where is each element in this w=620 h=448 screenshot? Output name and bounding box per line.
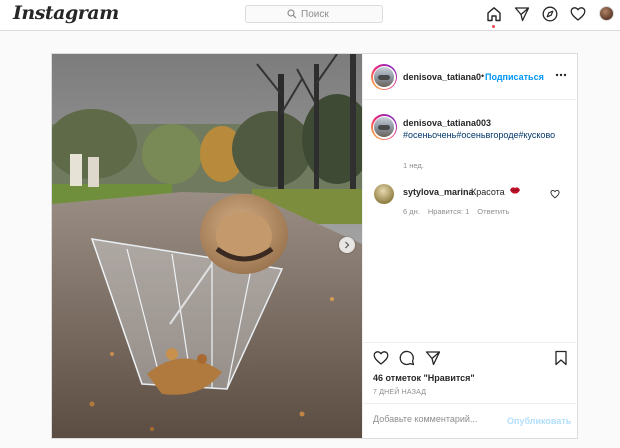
notification-dot — [492, 25, 495, 28]
caption-username[interactable]: denisova_tatiana003 — [403, 118, 491, 128]
heart-icon — [373, 351, 389, 365]
caption-author-avatar[interactable] — [371, 114, 397, 140]
post-header: denisova_tatiana00 • Подписаться — [363, 54, 579, 100]
share-button[interactable] — [425, 350, 443, 368]
caption-timestamp: 1 нед. — [403, 161, 424, 170]
post-details-panel: denisova_tatiana00 • Подписаться denisov… — [362, 54, 579, 438]
commenter-avatar[interactable] — [374, 184, 394, 204]
comment-username[interactable]: sytylova_marina — [403, 187, 474, 197]
share-plane-icon — [425, 351, 441, 366]
profile-avatar[interactable] — [599, 6, 614, 21]
nav-direct[interactable] — [513, 5, 531, 23]
author-avatar[interactable] — [371, 64, 397, 90]
nav-explore[interactable] — [541, 5, 559, 23]
reply-link[interactable]: Ответить — [477, 207, 509, 216]
explore-icon — [542, 6, 558, 22]
post-date: 7 ДНЕЙ НАЗАД — [373, 389, 427, 396]
home-icon — [487, 7, 501, 22]
follow-button[interactable]: Подписаться — [485, 72, 544, 82]
comment-likes-link[interactable]: Нравится: 1 — [428, 207, 469, 216]
author-username[interactable]: denisova_tatiana00 — [403, 72, 481, 82]
search-box[interactable] — [245, 5, 383, 23]
caption-hashtags[interactable]: #осеньочень#осеньвгороде#кусково — [403, 129, 563, 141]
comment-bubble-icon — [399, 350, 415, 366]
search-icon — [287, 9, 297, 19]
next-photo-button[interactable] — [339, 237, 355, 253]
top-navigation-bar: Instagram — [0, 0, 620, 31]
lips-icon — [510, 187, 520, 194]
direct-icon — [514, 7, 530, 22]
instagram-logo[interactable]: Instagram — [13, 2, 119, 24]
comment-time: 6 дн. — [403, 207, 420, 216]
add-comment-form: Опубликовать — [363, 403, 579, 439]
autumn-umbrella-photo — [52, 54, 362, 438]
post-card: denisova_tatiana00 • Подписаться denisov… — [51, 53, 579, 439]
chevron-right-icon — [345, 241, 350, 249]
post-actions: 46 отметок "Нравится" 7 ДНЕЙ НАЗАД Опубл… — [363, 342, 579, 438]
post-photo[interactable] — [52, 54, 362, 438]
nav-activity[interactable] — [569, 5, 587, 23]
comment-like-icon[interactable] — [550, 189, 560, 199]
likes-count[interactable]: 46 отметок "Нравится" — [373, 373, 475, 383]
search-input[interactable] — [301, 8, 341, 20]
separator-dot: • — [481, 71, 485, 81]
nav-home[interactable] — [485, 5, 503, 23]
more-dots-icon — [555, 73, 567, 77]
like-button[interactable] — [373, 350, 391, 368]
comment-input[interactable] — [373, 414, 498, 424]
activity-icon — [570, 7, 586, 21]
comment-button[interactable] — [399, 350, 417, 368]
publish-button[interactable]: Опубликовать — [507, 416, 571, 426]
comment-text: Красота — [471, 187, 505, 197]
comment-meta: 6 дн. Нравится: 1 Ответить — [403, 207, 509, 216]
more-options-button[interactable] — [553, 68, 569, 82]
bookmark-icon — [555, 350, 567, 366]
save-button[interactable] — [553, 350, 571, 368]
